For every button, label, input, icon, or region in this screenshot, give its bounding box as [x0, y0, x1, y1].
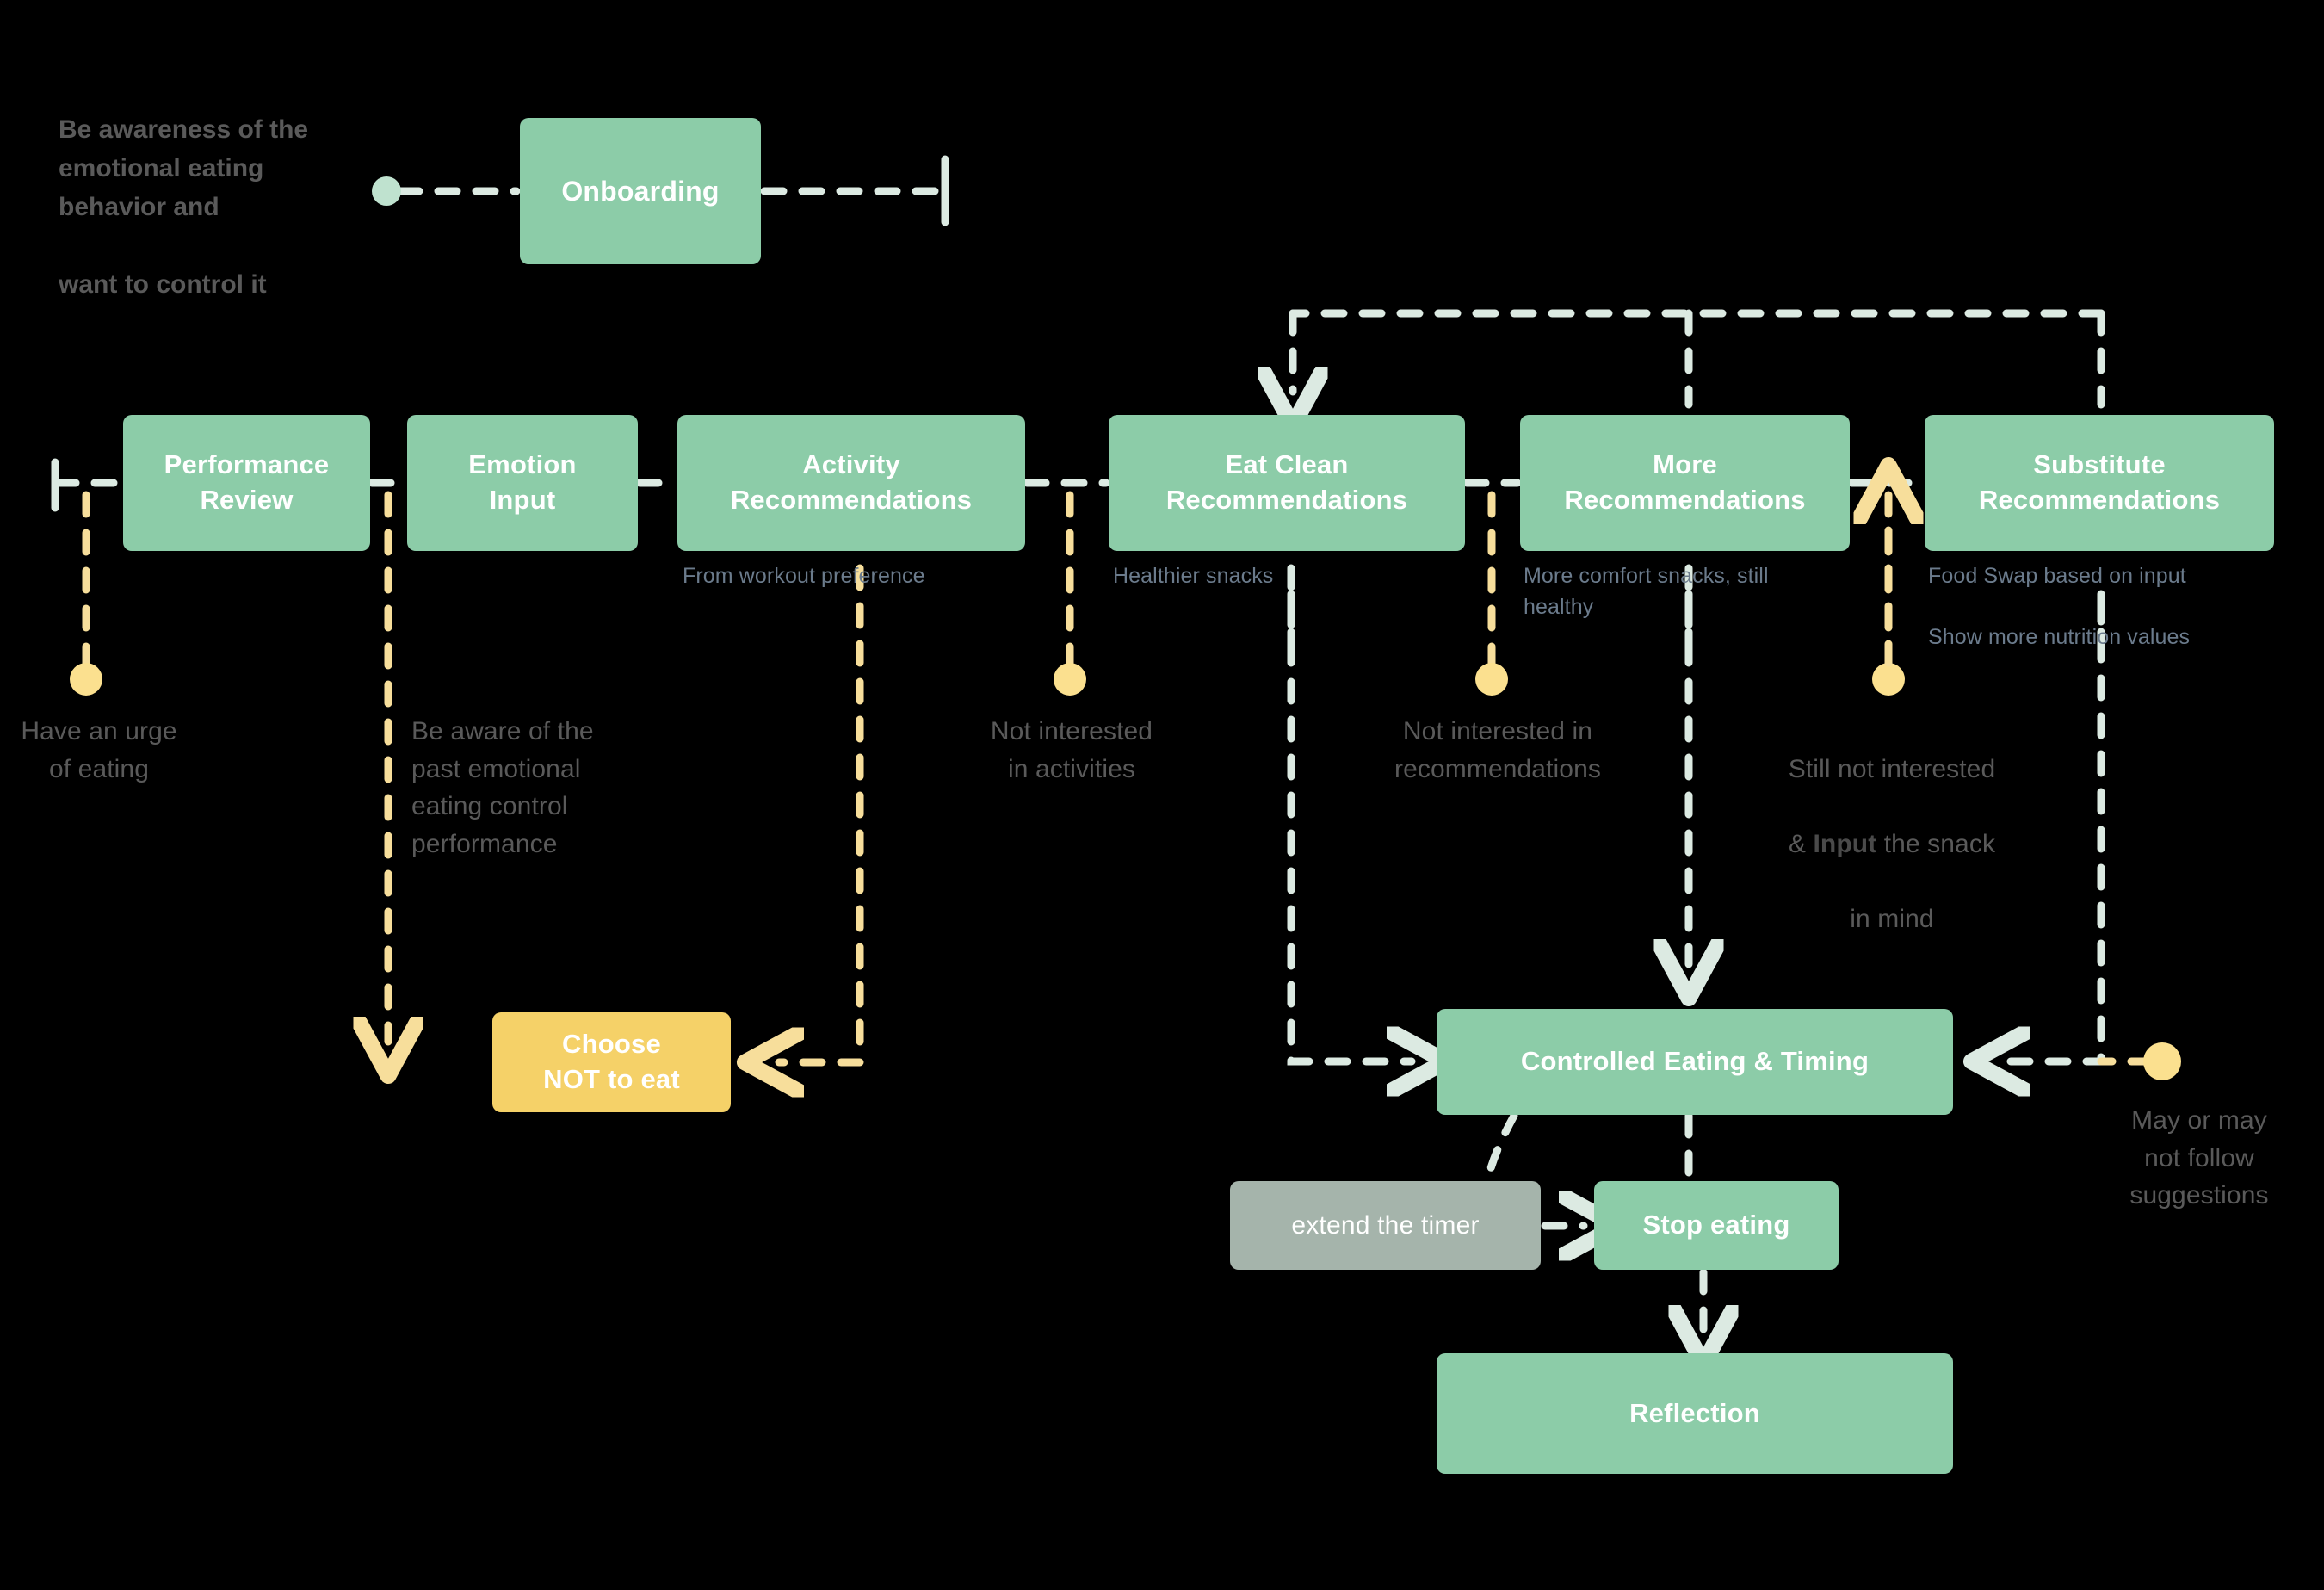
node-onboarding[interactable]: Onboarding	[520, 118, 761, 264]
dot-have-an-urge	[70, 663, 102, 696]
node-choose-not-to-eat-label: Choose NOT to eat	[543, 1029, 680, 1094]
node-stop-eating[interactable]: Stop eating	[1594, 1181, 1839, 1270]
node-extend-the-timer-label: extend the timer	[1291, 1210, 1480, 1240]
annotation-not-interested-activities: Not interested in activities	[990, 717, 1153, 783]
node-more-recommendations-label: More Recommendations	[1564, 449, 1806, 515]
node-eat-clean-recommendations-label: Eat Clean Recommendations	[1165, 449, 1408, 515]
node-activity-recommendations-label: Activity Recommendations	[730, 449, 973, 515]
annotation-still-not-interested-line2-post: the snack	[1876, 829, 1996, 858]
node-stop-eating-label: Stop eating	[1642, 1210, 1790, 1240]
wire-eatclean-down	[1287, 564, 1412, 1061]
annotation-not-interested-recommendations: Not interested in recommendations	[1394, 717, 1601, 783]
annotation-have-an-urge: Have an urge of eating	[21, 717, 177, 783]
annotation-may-or-may-not-follow: May or may not follow suggestions	[2129, 1106, 2269, 1210]
node-controlled-eating-timing-label: Controlled Eating & Timing	[1520, 1046, 1870, 1077]
node-performance-review[interactable]: Performance Review	[123, 415, 370, 551]
annotation-still-not-interested: Still not interested & Input the snack i…	[1746, 713, 2038, 937]
node-substitute-recommendations[interactable]: Substitute Recommendations	[1925, 415, 2274, 551]
wire-controlled-to-extend	[1483, 1111, 1518, 1185]
caption-activity-recommendations: From workout preference	[683, 564, 925, 588]
caption-more-recommendations: More comfort snacks, still healthy	[1524, 564, 1769, 619]
node-eat-clean-recommendations[interactable]: Eat Clean Recommendations	[1109, 415, 1465, 551]
dot-not-interested-activities	[1054, 663, 1086, 696]
annotation-be-aware-past-performance: Be aware of the past emotional eating co…	[411, 717, 594, 858]
node-reflection[interactable]: Reflection	[1437, 1353, 1953, 1474]
dot-still-not-interested	[1872, 663, 1905, 696]
node-performance-review-label: Performance Review	[164, 449, 330, 515]
node-extend-the-timer[interactable]: extend the timer	[1230, 1181, 1541, 1270]
node-choose-not-to-eat[interactable]: Choose NOT to eat	[492, 1012, 731, 1112]
intro-note: Be awareness of the emotional eating beh…	[59, 115, 309, 299]
annotation-still-not-interested-line1: Still not interested	[1788, 754, 1996, 783]
diagram-canvas: Be awareness of the emotional eating beh…	[0, 0, 2324, 1590]
dot-may-or-may-not-follow	[2143, 1042, 2181, 1080]
node-emotion-input[interactable]: Emotion Input	[407, 415, 638, 551]
node-substitute-recommendations-label: Substitute Recommendations	[1978, 449, 2221, 515]
annotation-still-not-interested-line3: in mind	[1850, 904, 1934, 933]
node-activity-recommendations[interactable]: Activity Recommendations	[677, 415, 1025, 551]
dot-not-interested-recommendations	[1475, 663, 1508, 696]
caption-substitute-recommendations: Food Swap based on input Show more nutri…	[1928, 564, 2191, 649]
node-emotion-input-label: Emotion Input	[468, 449, 577, 515]
wire-substitute-to-eatclean	[1293, 309, 2105, 405]
node-reflection-label: Reflection	[1629, 1397, 1760, 1428]
node-more-recommendations[interactable]: More Recommendations	[1520, 415, 1850, 551]
node-controlled-eating-timing[interactable]: Controlled Eating & Timing	[1437, 1009, 1953, 1115]
caption-eat-clean-recommendations: Healthier snacks	[1113, 564, 1274, 588]
node-onboarding-label: Onboarding	[561, 175, 720, 207]
annotation-input-keyword: Input	[1813, 829, 1877, 858]
annotation-still-not-interested-line2-pre: &	[1788, 829, 1814, 858]
